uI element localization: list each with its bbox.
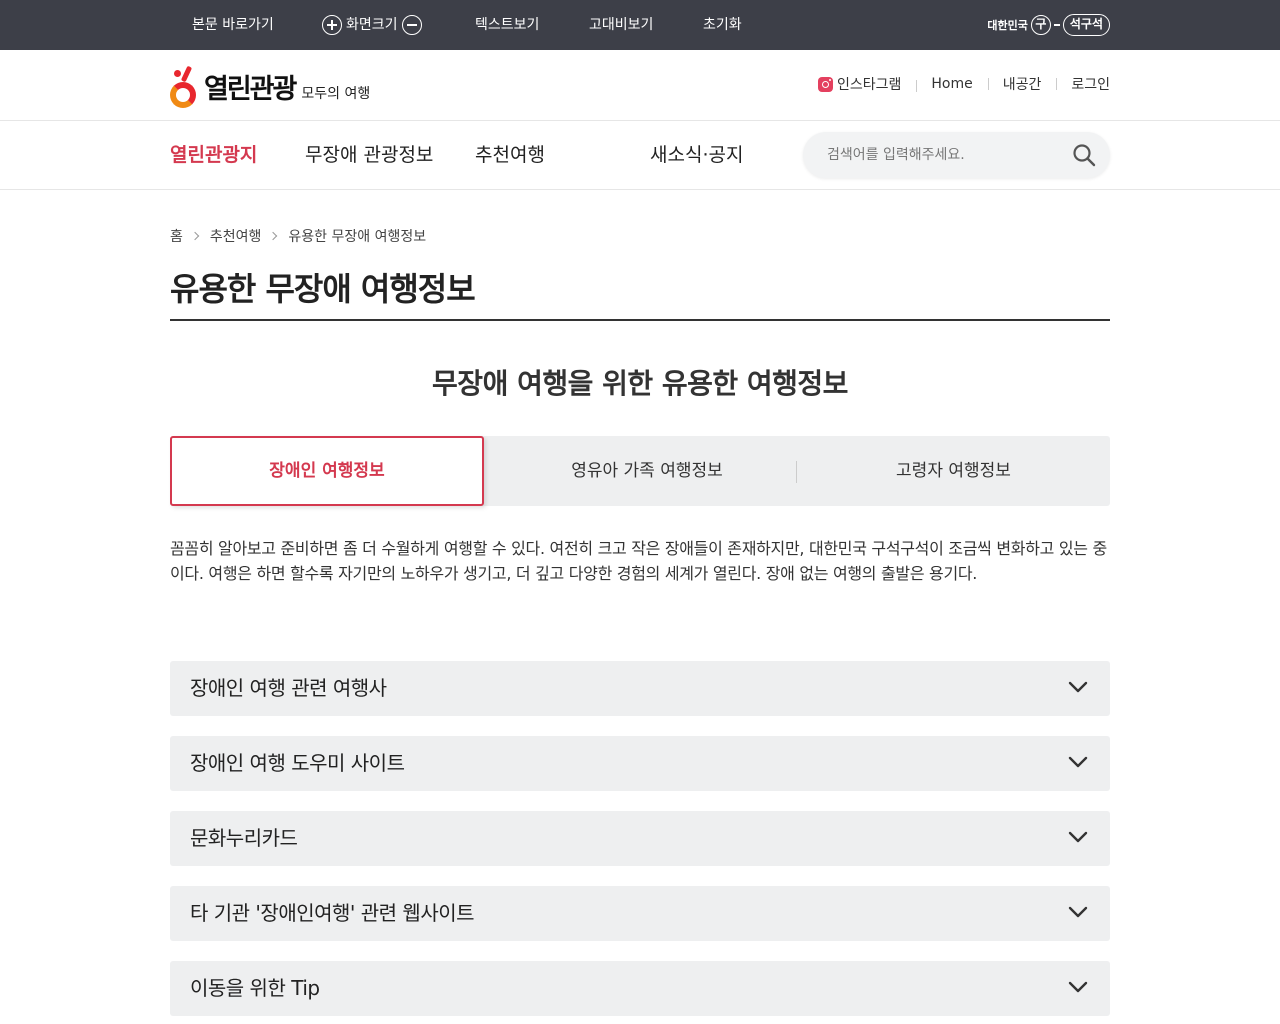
- instagram-icon: [817, 76, 833, 92]
- site-logo[interactable]: 열린관광 모두의 여행: [170, 64, 370, 108]
- reset-button[interactable]: 초기화: [703, 0, 742, 50]
- breadcrumb-recommended-travel[interactable]: 추천여행: [210, 226, 262, 246]
- logo-text: 열린관광: [204, 74, 297, 105]
- tab-disabled-travel[interactable]: 장애인 여행정보: [170, 436, 484, 506]
- accordion-item[interactable]: 타 기관 '장애인여행' 관련 웹사이트: [170, 886, 1110, 941]
- breadcrumb-home[interactable]: 홈: [170, 226, 183, 246]
- chevron-down-icon: [1068, 756, 1088, 768]
- screen-size-control: 화면크기: [322, 0, 422, 50]
- home-link[interactable]: Home: [916, 76, 987, 92]
- nav-item-news-notice[interactable]: 새소식·공지: [650, 121, 743, 189]
- title-divider: [170, 319, 1110, 321]
- chevron-down-icon: [1068, 906, 1088, 918]
- chevron-down-icon: [1068, 681, 1088, 693]
- text-view-button[interactable]: 텍스트보기: [475, 0, 539, 50]
- tab-senior-travel[interactable]: 고령자 여행정보: [797, 436, 1110, 506]
- instagram-label: 인스타그램: [836, 77, 902, 93]
- skip-to-content-link[interactable]: 본문 바로가기: [192, 0, 274, 50]
- login-link[interactable]: 로그인: [1056, 74, 1110, 94]
- korea-brand-logo: 대한민국 구 석구석: [987, 13, 1110, 37]
- accordion-label: 장애인 여행 도우미 사이트: [190, 751, 405, 775]
- accordion-label: 타 기관 '장애인여행' 관련 웹사이트: [190, 901, 475, 925]
- section-title: 무장애 여행을 위한 유용한 여행정보: [432, 367, 848, 400]
- gov-logo-slogan: 석구석: [1062, 14, 1110, 36]
- my-space-link[interactable]: 내공간: [987, 74, 1057, 94]
- search-input[interactable]: [827, 132, 1057, 178]
- high-contrast-button[interactable]: 고대비보기: [589, 0, 653, 50]
- zoom-in-icon[interactable]: [322, 15, 342, 35]
- accordion-item[interactable]: 이동을 위한 Tip: [170, 961, 1110, 1016]
- nav-item-recommended-travel[interactable]: 추천여행: [475, 121, 545, 189]
- search-box: [803, 132, 1110, 178]
- screen-size-label: 화면크기: [346, 17, 398, 33]
- breadcrumb-current: 유용한 무장애 여행정보: [288, 229, 427, 245]
- chevron-right-icon: [269, 231, 278, 241]
- accordion-item[interactable]: 문화누리카드: [170, 811, 1110, 866]
- chevron-down-icon: [1068, 981, 1088, 993]
- accordion-item[interactable]: 장애인 여행 관련 여행사: [170, 661, 1110, 716]
- instagram-link[interactable]: 인스타그램: [803, 74, 916, 94]
- header-links: 인스타그램 Home 내공간 로그인: [803, 74, 1110, 94]
- main-navigation: 열린관광지 무장애 관광정보 추천여행 새소식·공지: [0, 121, 1280, 190]
- gov-logo-country: 대한민국: [987, 19, 1028, 32]
- utility-bar: 본문 바로가기 화면크기 텍스트보기 고대비보기 초기화 대한민국 구 석구석: [0, 0, 1280, 50]
- accordion-item[interactable]: 장애인 여행 도우미 사이트: [170, 736, 1110, 791]
- accordion-label: 문화누리카드: [190, 826, 298, 850]
- zoom-out-icon[interactable]: [401, 15, 422, 35]
- gov-logo-mark: 구: [1030, 15, 1051, 35]
- logo-mark-icon: [170, 65, 200, 108]
- page-title: 유용한 무장애 여행정보: [170, 270, 476, 308]
- search-icon[interactable]: [1072, 143, 1096, 167]
- intro-text: 꼼꼼히 알아보고 준비하면 좀 더 수월하게 여행할 수 있다. 여전히 크고 …: [170, 539, 1107, 583]
- breadcrumb: 홈 추천여행 유용한 무장애 여행정보: [170, 226, 426, 246]
- accordion-label: 장애인 여행 관련 여행사: [190, 676, 387, 700]
- info-tabs: 장애인 여행정보 영유아 가족 여행정보 고령자 여행정보: [170, 436, 1110, 506]
- site-header: 열린관광 모두의 여행 인스타그램 Home 내공간 로그인: [0, 50, 1280, 121]
- tab-infant-family-travel[interactable]: 영유아 가족 여행정보: [497, 436, 797, 506]
- chevron-right-icon: [190, 231, 200, 241]
- chevron-down-icon: [1068, 831, 1088, 843]
- nav-item-barrier-free-info[interactable]: 무장애 관광정보: [305, 121, 433, 189]
- nav-item-open-tourist-sites[interactable]: 열린관광지: [170, 121, 257, 189]
- logo-subtitle: 모두의 여행: [301, 86, 371, 102]
- accordion-label: 이동을 위한 Tip: [190, 976, 320, 1000]
